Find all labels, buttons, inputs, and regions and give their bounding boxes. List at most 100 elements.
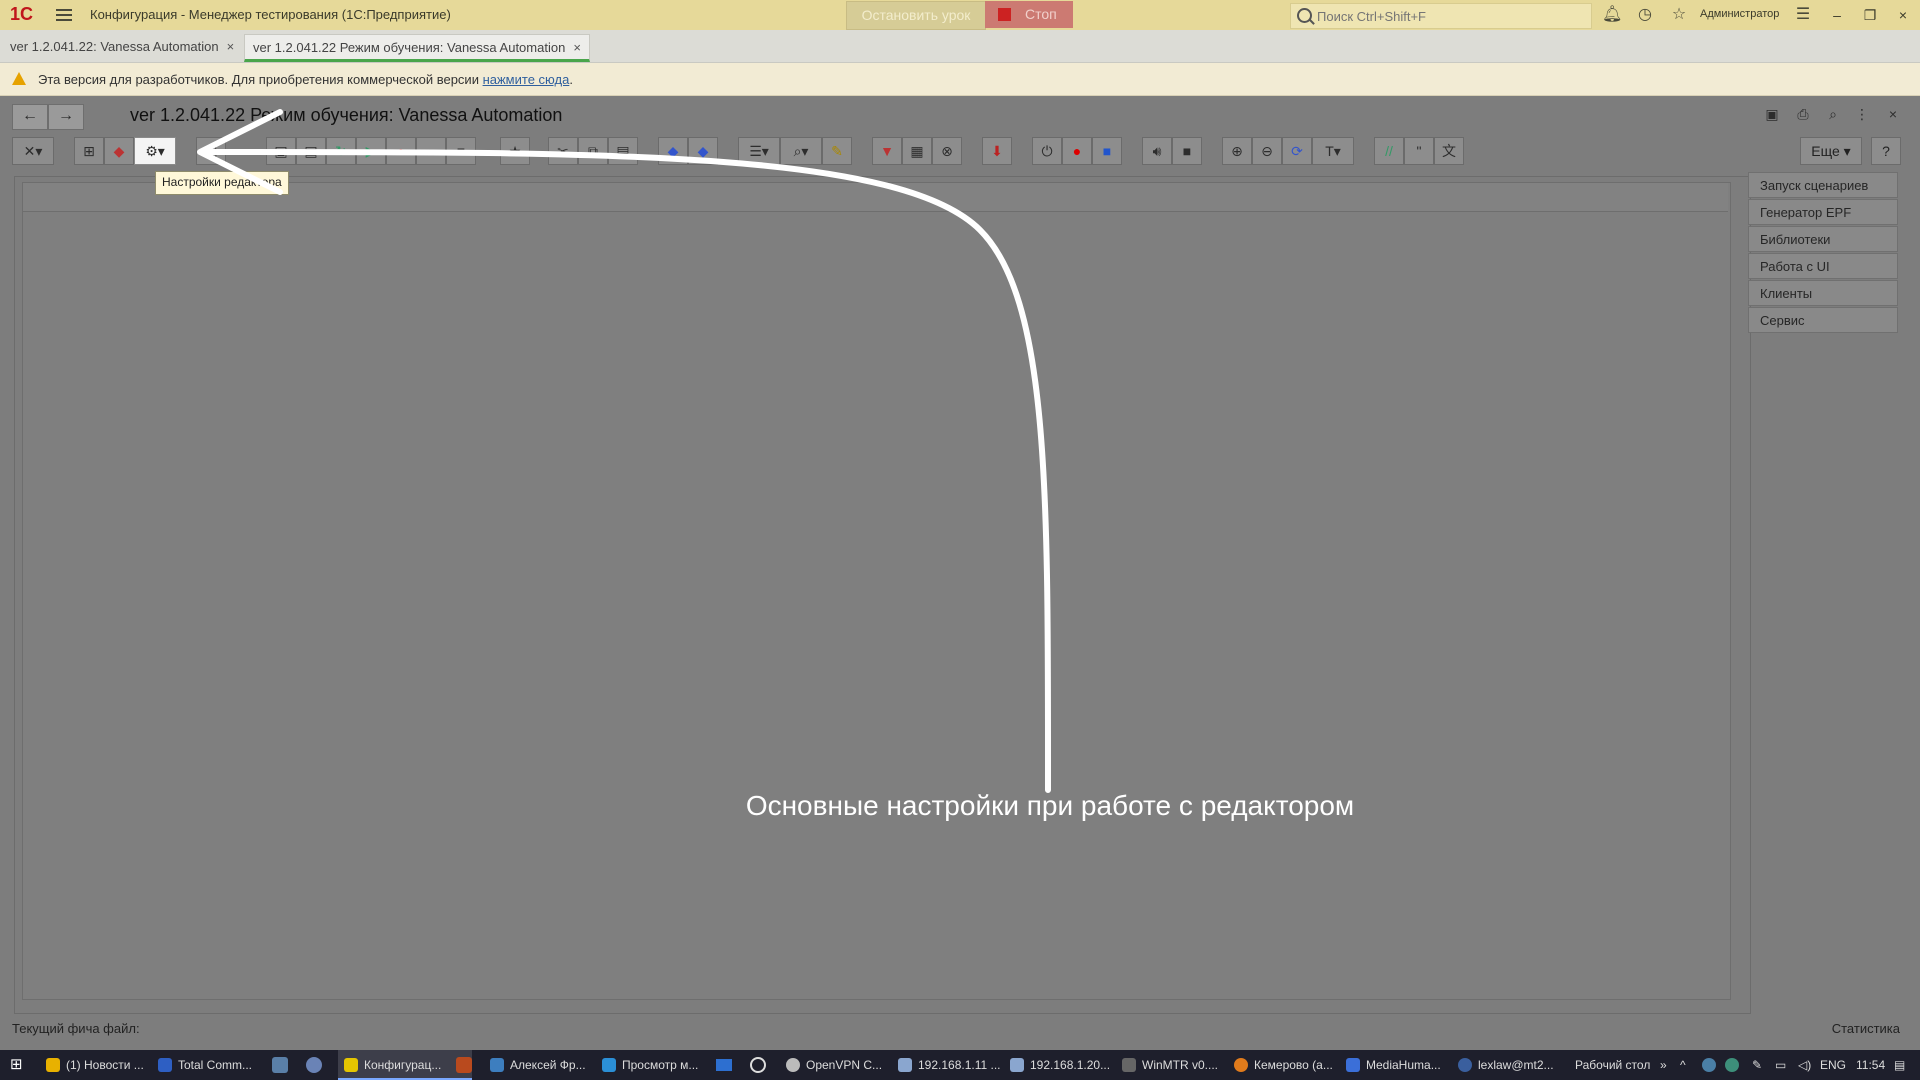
task-label: 192.168.1.20... [1030,1058,1111,1072]
editor-settings-button[interactable]: ⚙▾ [134,137,176,165]
search-input[interactable] [1315,6,1579,26]
onec-icon [344,1058,358,1072]
tray-status-icon[interactable] [1725,1058,1739,1072]
tools-dropdown-button[interactable]: ✕▾ [12,137,54,165]
close-tab-icon[interactable]: × [227,39,235,54]
volume-icon[interactable]: ◁) [1798,1058,1811,1072]
cut-button[interactable]: ✂ [548,137,578,165]
steam-icon[interactable] [272,1057,288,1073]
windows-start-icon[interactable]: ⊞ [10,1057,26,1073]
tray-app-icon[interactable] [1702,1058,1716,1072]
close-icon[interactable]: × [1893,5,1913,25]
more-button[interactable]: Еще ▾ [1800,137,1862,165]
panel-item-libraries[interactable]: Библиотеки [1748,226,1898,252]
refresh-button[interactable]: ⟳ [1282,137,1312,165]
find-dropdown-button[interactable]: ⌕▾ [780,137,822,165]
more-vertical-icon[interactable]: ⋮ [1853,106,1871,124]
breakpoint-button[interactable]: ▼ [872,137,902,165]
minimize-icon[interactable]: – [1827,5,1847,25]
record-button[interactable]: ● [386,137,416,165]
browser-icon[interactable] [306,1057,322,1073]
language-indicator[interactable]: ENG [1820,1058,1846,1072]
translate-button[interactable]: 文 [1434,137,1464,165]
task-mail[interactable]: lexlaw@mt2... [1452,1050,1588,1080]
star-icon[interactable]: ☆ [1670,6,1688,24]
monitor-icon[interactable] [716,1059,732,1071]
run-all-button[interactable]: » [416,137,446,165]
sound-button[interactable]: 🔊︎ [1142,137,1172,165]
comment-button[interactable]: // [1374,137,1404,165]
task-label: OpenVPN C... [806,1058,883,1072]
statistics-link[interactable]: Статистика [1832,1021,1900,1036]
table-button[interactable]: ▦ [902,137,932,165]
task-configuration[interactable]: Конфигурац... [338,1050,472,1080]
move-right-button[interactable]: ◆ [688,137,718,165]
save-as-button[interactable]: ▤ [296,137,326,165]
toolbar-expand-icon[interactable]: » [1660,1058,1667,1072]
bell-icon[interactable]: 🔔︎ [1602,6,1622,24]
power-button[interactable]: ⏻ [1032,137,1062,165]
settings-menu-icon[interactable]: ☰ [1794,6,1812,24]
obs-icon[interactable] [750,1057,766,1073]
paste-button[interactable]: ▤ [608,137,638,165]
outline-dropdown-button[interactable]: ☰▾ [738,137,780,165]
global-search[interactable] [1290,3,1592,29]
forward-button[interactable]: → [48,104,84,130]
record-video-button[interactable]: ● [1062,137,1092,165]
open-icon: ▢ [204,143,218,159]
clear-button[interactable]: ✎ [822,137,852,165]
save-icon[interactable]: ▣ [1763,106,1781,124]
panel-item-test-clients[interactable]: Клиенты тестирования [1748,280,1898,327]
doc-button[interactable]: ≡ [446,137,476,165]
tab-vanessa[interactable]: ver 1.2.041.22: Vanessa Automation × [2,34,242,60]
desktop-toolbar[interactable]: Рабочий стол [1575,1058,1650,1072]
feature-editor[interactable] [22,182,1731,1000]
panel-item-run-scenarios[interactable]: Запуск сценариев [1748,172,1898,198]
back-button[interactable]: ← [12,104,48,130]
main-menu-icon[interactable] [56,6,72,22]
panel-item-service[interactable]: Сервис [1748,307,1898,333]
close-form-icon[interactable]: × [1884,106,1902,124]
task-total-commander[interactable]: Total Comm... [152,1050,288,1080]
camera-button[interactable]: ■ [1172,137,1202,165]
help-button[interactable]: ? [1871,137,1901,165]
history-icon[interactable]: ◷ [1636,6,1654,24]
tab-learning-mode[interactable]: ver 1.2.041.22 Режим обучения: Vanessa A… [244,34,590,62]
git-button[interactable]: ◆ [104,137,134,165]
panel-item-ui[interactable]: Работа с UI [1748,253,1898,279]
preview-icon[interactable]: ⌕ [1824,106,1842,124]
move-left-button[interactable]: ◆ [658,137,688,165]
cancel-button[interactable]: ⊗ [932,137,962,165]
panel-item-epf-generator[interactable]: Генератор EPF [1748,199,1898,225]
buy-link[interactable]: нажмите сюда [483,72,570,87]
bookmark-button[interactable]: ★ [500,137,530,165]
font-dropdown-button[interactable]: T▾ [1312,137,1354,165]
user-name[interactable]: Администратор [1700,8,1779,20]
download-button[interactable]: ⬇ [982,137,1012,165]
close-tab-icon[interactable]: × [573,40,581,55]
notifications-icon[interactable]: ▤ [1894,1058,1905,1072]
restore-icon[interactable]: ❐ [1860,5,1880,25]
tray-chevron-icon[interactable]: ^ [1680,1058,1686,1072]
network-icon[interactable]: ▭ [1775,1058,1786,1072]
zoom-out-button[interactable]: ⊖ [1252,137,1282,165]
stop-lesson-button[interactable]: Остановить урок [846,1,986,30]
print-icon[interactable]: ⎙ [1794,106,1812,124]
save-file-button[interactable]: ▣ [266,137,296,165]
pen-icon[interactable]: ✎ [1752,1058,1762,1072]
stop-button[interactable]: Стоп [985,1,1073,28]
copy-button[interactable]: ⧉ [578,137,608,165]
run-button[interactable]: ▶ [356,137,386,165]
download-icon: ⬇ [991,143,1003,159]
open-button[interactable]: ▢ [196,137,226,165]
reload-button[interactable]: ↻ [326,137,356,165]
app-icon[interactable] [456,1057,472,1073]
clock[interactable]: 11:54 [1856,1058,1885,1072]
task-view[interactable]: Просмотр м... [596,1050,732,1080]
zoom-in-button[interactable]: ⊕ [1222,137,1252,165]
warning-icon [12,72,26,85]
app-logo: 1С [10,4,34,24]
tree-button[interactable]: ⊞ [74,137,104,165]
quote-button[interactable]: " [1404,137,1434,165]
stop-record-button[interactable]: ■ [1092,137,1122,165]
